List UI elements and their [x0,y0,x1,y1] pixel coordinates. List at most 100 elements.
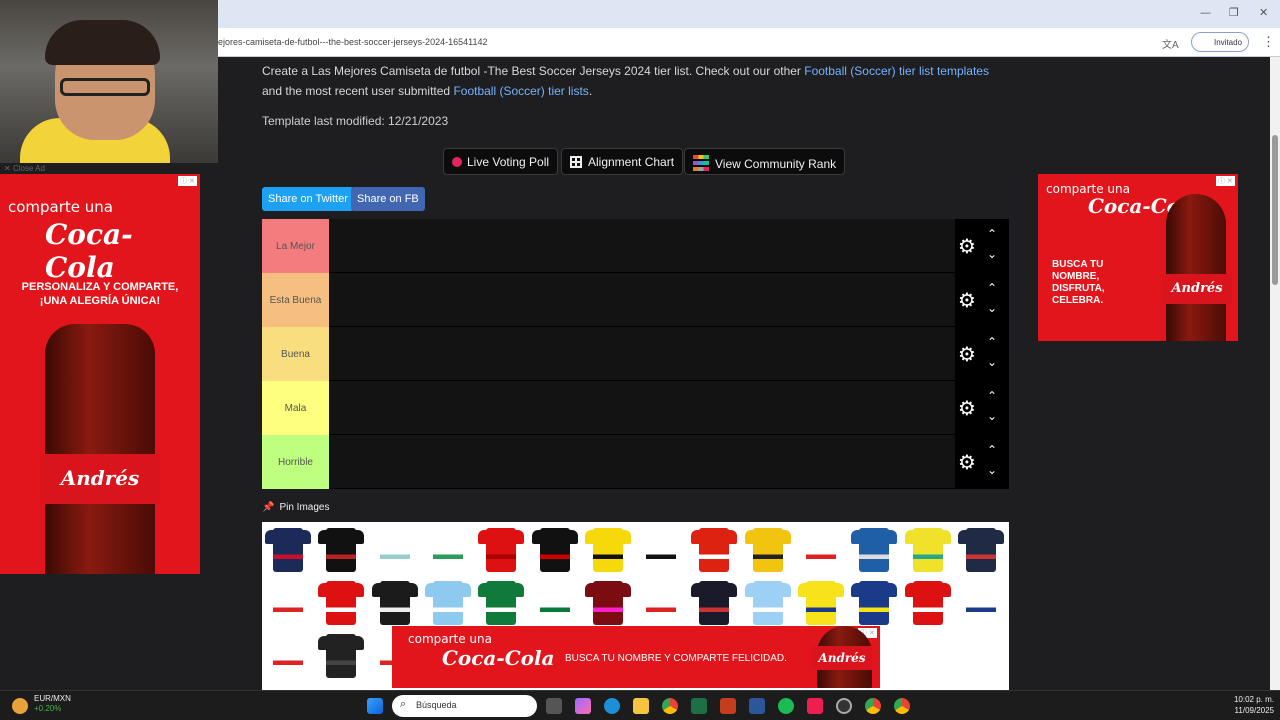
edge-icon[interactable] [604,698,620,714]
jersey-item[interactable] [424,524,471,574]
jersey-item[interactable] [638,577,685,627]
jersey-item[interactable] [318,577,365,627]
tier-label[interactable]: Esta Buena [262,273,329,327]
share-twitter-button[interactable]: Share on Twitter [262,187,354,211]
jersey-item[interactable] [584,524,631,574]
close-icon[interactable]: ✕ [1259,6,1268,19]
jersey-item[interactable] [265,630,311,680]
ad-right[interactable]: ⓘ ✕ comparte una Coca-Cola BUSCA TU NOMB… [1038,174,1238,341]
tiktok-icon[interactable] [807,698,823,714]
tier-label[interactable]: Mala [262,381,329,435]
start-icon[interactable] [367,698,383,714]
chrome-icon[interactable] [662,698,678,714]
gear-icon[interactable]: ⚙ [958,290,976,310]
jersey-item[interactable] [691,577,738,627]
jersey-item[interactable] [691,524,738,574]
jersey-item[interactable] [798,524,844,574]
ad-choices-icon[interactable]: ⓘ ✕ [1216,176,1235,186]
jersey-item[interactable] [904,577,951,627]
jersey-item[interactable] [798,577,844,627]
live-voting-poll-button[interactable]: Live Voting Poll [443,148,559,175]
tier-label[interactable]: Buena [262,327,329,381]
ticker-widget[interactable]: EUR/MXN +0.20% [34,694,71,714]
tier-list: La Mejor ⚙ ⌃ ⌄ Esta Buena ⚙ ⌃ ⌄ Buena ⚙ ⌃ ⌄ Mala ⚙ ⌃ ⌄ H… [262,219,1009,489]
jersey-item[interactable] [851,577,898,627]
intro-text: . [588,84,593,98]
chevron-up-icon[interactable]: ⌃ [987,443,997,457]
weather-icon[interactable] [12,698,28,714]
kebab-menu-icon[interactable]: ⋮ [1262,34,1275,50]
share-fb-button[interactable]: Share on FB [351,187,425,211]
webcam-glasses [60,78,150,96]
chevron-up-icon[interactable]: ⌃ [987,281,997,295]
gear-icon[interactable]: ⚙ [958,236,976,256]
templates-link[interactable]: Football (Soccer) tier list templates [804,64,989,78]
button-label: Alignment Chart [588,155,675,169]
jersey-item[interactable] [638,524,685,574]
close-ad-link[interactable]: ✕ Close Ad [4,164,45,173]
name-label: Andrés [812,646,872,670]
ticker-change: +0.20% [34,704,62,713]
chevron-down-icon[interactable]: ⌄ [987,355,997,369]
chevron-up-icon[interactable]: ⌃ [987,227,997,241]
community-rank-button[interactable]: View Community Rank [684,148,846,175]
jersey-item[interactable] [957,577,1004,627]
chevron-up-icon[interactable]: ⌃ [987,335,997,349]
jersey-item[interactable] [265,577,311,627]
system-clock[interactable]: 10:02 p. m. 11/09/2025 [1214,694,1274,716]
jersey-body [965,581,996,625]
jersey-item[interactable] [851,524,898,574]
jersey-item[interactable] [265,524,311,574]
tier-lists-link[interactable]: Football (Soccer) tier lists [453,84,588,98]
tier-label[interactable]: Horrible [262,435,329,489]
chrome-icon[interactable] [865,698,881,714]
profile-button[interactable]: Invitado [1191,32,1249,52]
jersey-item[interactable] [531,524,578,574]
gear-icon[interactable]: ⚙ [958,452,976,472]
chevron-down-icon[interactable]: ⌄ [987,301,997,315]
copilot-icon[interactable] [575,698,591,714]
jersey-item[interactable] [744,524,791,574]
spotify-icon[interactable] [778,698,794,714]
powerpoint-icon[interactable] [720,698,736,714]
jersey-item[interactable] [371,577,418,627]
gear-icon[interactable]: ⚙ [958,398,976,418]
jersey-body [806,581,836,625]
alignment-chart-button[interactable]: Alignment Chart [561,148,684,175]
jersey-item[interactable] [318,630,365,680]
tier-label[interactable]: La Mejor [262,219,329,273]
url-text[interactable]: ejores-camiseta-de-futbol---the-best-soc… [218,37,487,47]
jersey-body [432,581,463,625]
restore-icon[interactable]: ❐ [1229,6,1239,19]
translate-icon[interactable]: 文A [1162,36,1179,51]
jersey-item[interactable] [371,524,418,574]
ad-choices-icon[interactable]: ⓘ ✕ [178,176,197,186]
jersey-item[interactable] [584,577,631,627]
file-explorer-icon[interactable] [633,698,649,714]
jersey-item[interactable] [957,524,1004,574]
gear-icon[interactable]: ⚙ [958,344,976,364]
jersey-item[interactable] [904,524,951,574]
chevron-up-icon[interactable]: ⌃ [987,389,997,403]
ad-left[interactable]: ⓘ ✕ comparte una Coca-Cola PERSONALIZA Y… [0,174,200,574]
chevron-down-icon[interactable]: ⌄ [987,247,997,261]
obs-icon[interactable] [836,698,852,714]
scrollbar-thumb[interactable] [1272,135,1278,285]
jersey-item[interactable] [478,577,525,627]
chevron-down-icon[interactable]: ⌄ [987,409,997,423]
pin-images-toggle[interactable]: 📌 Pin Images [262,502,329,513]
chevron-down-icon[interactable]: ⌄ [987,463,997,477]
ad-bottom[interactable]: ⓘ ✕ comparte una Coca-Cola BUSCA TU NOMB… [392,626,880,688]
excel-icon[interactable] [691,698,707,714]
task-view-icon[interactable] [546,698,562,714]
grid-icon [570,156,582,168]
word-icon[interactable] [749,698,765,714]
minimize-icon[interactable]: — [1200,6,1211,19]
jersey-item[interactable] [424,577,471,627]
jersey-item[interactable] [318,524,365,574]
taskbar-search[interactable]: ⌕ Búsqueda [392,695,537,717]
chrome-active-icon[interactable] [894,698,910,714]
jersey-item[interactable] [478,524,525,574]
jersey-item[interactable] [744,577,791,627]
jersey-item[interactable] [531,577,578,627]
